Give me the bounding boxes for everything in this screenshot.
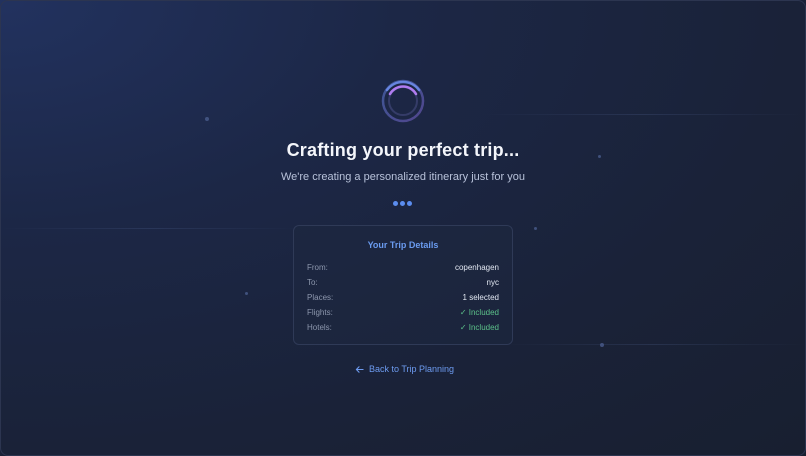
trip-detail-value: nyc (486, 277, 499, 287)
loading-dot (393, 201, 398, 206)
back-link-label: Back to Trip Planning (369, 364, 455, 374)
trip-detail-label: Places: (307, 292, 334, 302)
background-grid-line (500, 344, 806, 345)
trip-detail-value: ✓ Included (459, 307, 499, 317)
loading-dot (400, 201, 405, 206)
trip-detail-row-to: To: nyc (307, 276, 499, 288)
loading-dot (407, 201, 412, 206)
trip-details-heading: Your Trip Details (367, 240, 439, 250)
trip-detail-label: From: (307, 262, 328, 272)
trip-detail-label: Hotels: (307, 322, 332, 332)
trip-detail-value: ✓ Included (459, 322, 499, 332)
background-particle (245, 292, 248, 295)
trip-detail-value: copenhagen (454, 262, 499, 272)
loading-title: Crafting your perfect trip... (286, 140, 520, 160)
background-particle (600, 343, 604, 347)
trip-detail-label: To: (307, 277, 318, 287)
trip-detail-row-hotels: Hotels: ✓ Included (307, 321, 499, 333)
trip-detail-row-from: From: copenhagen (307, 261, 499, 273)
trip-detail-row-places: Places: 1 selected (307, 291, 499, 303)
loading-dots-indicator (393, 201, 412, 206)
loading-spinner-icon (381, 79, 425, 123)
background-grid-line (0, 228, 300, 229)
arrow-left-icon (355, 365, 364, 373)
trip-details-card: Your Trip Details From: copenhagen To: n… (293, 225, 513, 345)
loading-subtitle: We're creating a personalized itinerary … (280, 171, 525, 183)
trip-detail-label: Flights: (307, 307, 333, 317)
background-grid-line (480, 114, 806, 115)
background-particle (205, 117, 209, 121)
trip-detail-value: 1 selected (462, 292, 499, 302)
back-to-trip-planning-link[interactable]: Back to Trip Planning (355, 364, 454, 374)
trip-detail-row-flights: Flights: ✓ Included (307, 306, 499, 318)
background-particle (534, 227, 537, 230)
